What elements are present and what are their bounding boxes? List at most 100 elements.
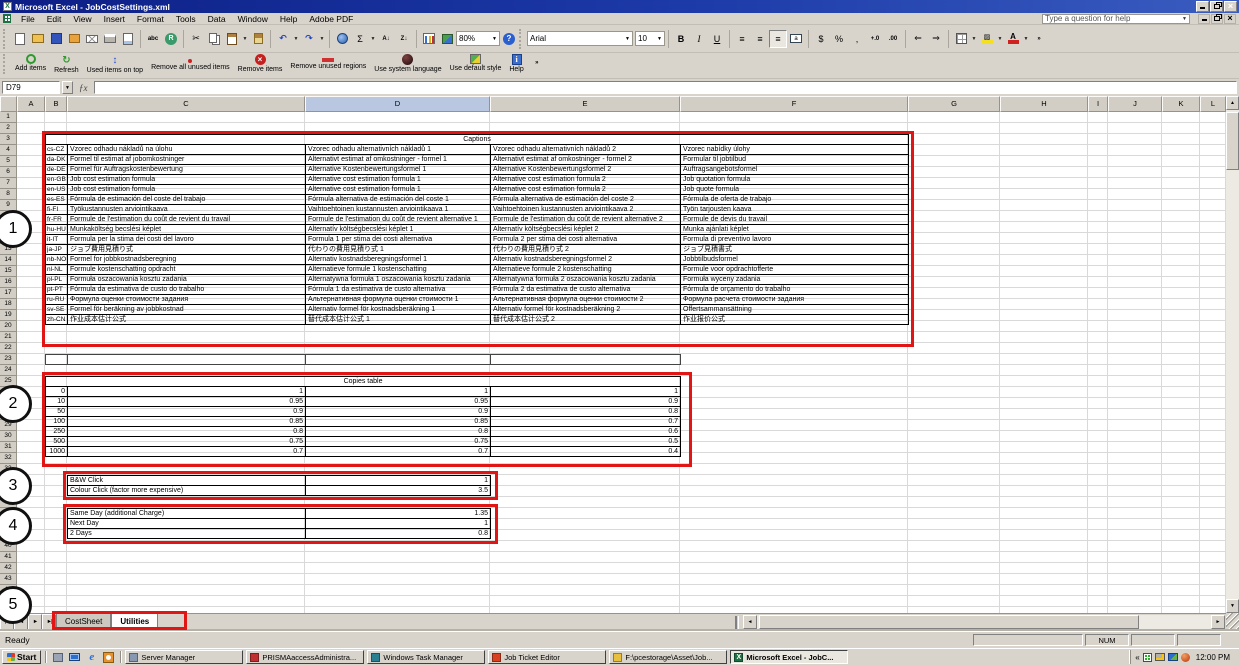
row-header-41[interactable]: 41	[0, 552, 17, 563]
menu-item[interactable]: Insert	[98, 13, 131, 25]
column-header-K[interactable]: K	[1162, 96, 1200, 112]
remove-unused-regions-button[interactable]: Remove unused regions	[286, 54, 370, 75]
column-header-I[interactable]: I	[1088, 96, 1108, 112]
borders-dropdown-icon[interactable]: ▼	[970, 30, 978, 48]
menu-item[interactable]: Data	[202, 13, 232, 25]
drawing-icon[interactable]	[438, 30, 456, 48]
column-header-J[interactable]: J	[1108, 96, 1162, 112]
font-name-select[interactable]: Arial▼	[527, 31, 633, 46]
align-left-icon[interactable]: ≡	[733, 30, 751, 48]
decrease-indent-icon[interactable]: ⇐	[909, 30, 927, 48]
vertical-scrollbar[interactable]: ▲ ▼	[1226, 96, 1239, 613]
font-size-select[interactable]: 10▼	[635, 31, 665, 46]
row-header-16[interactable]: 16	[0, 277, 17, 288]
horizontal-scroll-thumb[interactable]	[759, 615, 1139, 629]
row-header-2[interactable]: 2	[0, 123, 17, 134]
font-color-icon[interactable]: A	[1004, 30, 1022, 48]
underline-button[interactable]: U	[708, 30, 726, 48]
spelling-icon[interactable]: abc	[144, 30, 162, 48]
toolbar-grip[interactable]	[3, 29, 8, 49]
menu-item[interactable]: Help	[274, 13, 303, 25]
bold-button[interactable]: B	[672, 30, 690, 48]
increase-decimal-icon[interactable]: +.0	[866, 30, 884, 48]
select-all-corner[interactable]	[0, 96, 17, 112]
sort-descending-icon[interactable]: Z↓	[395, 30, 413, 48]
collapse-tray-icon[interactable]: «	[1135, 653, 1139, 662]
name-box[interactable]: D79	[2, 81, 60, 94]
hyperlink-icon[interactable]	[333, 30, 351, 48]
column-header-E[interactable]: E	[490, 96, 680, 112]
column-header-C[interactable]: C	[67, 96, 305, 112]
borders-icon[interactable]	[952, 30, 970, 48]
row-header-17[interactable]: 17	[0, 288, 17, 299]
toolbar-grip[interactable]	[519, 29, 524, 49]
align-right-icon[interactable]: ≡	[769, 30, 787, 48]
column-header-H[interactable]: H	[1000, 96, 1088, 112]
row-header-4[interactable]: 4	[0, 145, 17, 156]
taskbar-button[interactable]: F:\pcestorage\Asset\Job...	[609, 650, 727, 664]
help-icon[interactable]: ?	[500, 30, 518, 48]
tray-alert-icon[interactable]	[1181, 653, 1190, 662]
chevron-down-icon[interactable]: ▼	[1182, 16, 1187, 22]
toolbar-options-icon[interactable]: »	[1030, 30, 1048, 48]
currency-icon[interactable]: $	[812, 30, 830, 48]
sort-ascending-icon[interactable]: A↓	[377, 30, 395, 48]
row-header-23[interactable]: 23	[0, 354, 17, 365]
toolbar-grip[interactable]	[3, 54, 8, 74]
refresh-button[interactable]: ↻ Refresh	[50, 54, 83, 75]
taskbar-button[interactable]: PRISMAaccessAdministra...	[246, 650, 364, 664]
percent-icon[interactable]: %	[830, 30, 848, 48]
question-help-input[interactable]: Type a question for help ▼	[1042, 14, 1190, 24]
scroll-left-icon[interactable]: ◄	[743, 615, 757, 629]
horizontal-scrollbar[interactable]: ◄ ►	[743, 615, 1225, 629]
row-header-32[interactable]: 32	[0, 453, 17, 464]
font-color-dropdown-icon[interactable]: ▼	[1022, 30, 1030, 48]
row-header-43[interactable]: 43	[0, 574, 17, 585]
column-header-F[interactable]: F	[680, 96, 908, 112]
row-header-18[interactable]: 18	[0, 299, 17, 310]
menu-item[interactable]: Tools	[170, 13, 202, 25]
formula-input[interactable]	[94, 81, 1238, 94]
row-header-6[interactable]: 6	[0, 167, 17, 178]
tab-split-handle[interactable]	[735, 616, 739, 629]
format-painter-icon[interactable]	[249, 30, 267, 48]
paste-dropdown-icon[interactable]: ▼	[241, 30, 249, 48]
name-box-dropdown-icon[interactable]: ▼	[62, 81, 73, 94]
menu-item[interactable]: Adobe PDF	[303, 13, 359, 25]
taskbar-button[interactable]: X Microsoft Excel - JobC...	[730, 650, 848, 664]
increase-indent-icon[interactable]: ⇒	[927, 30, 945, 48]
resize-grip[interactable]	[1226, 613, 1239, 631]
show-desktop-icon[interactable]	[67, 651, 82, 664]
use-default-style-button[interactable]: Use default style	[446, 54, 506, 75]
tray-grid-icon[interactable]	[1143, 653, 1152, 662]
row-header-15[interactable]: 15	[0, 266, 17, 277]
merge-center-icon[interactable]: a	[787, 30, 805, 48]
add-items-button[interactable]: Add items	[11, 54, 50, 75]
fill-color-dropdown-icon[interactable]: ▼	[996, 30, 1004, 48]
row-header-21[interactable]: 21	[0, 332, 17, 343]
email-icon[interactable]	[83, 30, 101, 48]
tray-display-icon[interactable]	[1155, 653, 1165, 661]
redo-icon[interactable]: ↷	[300, 30, 318, 48]
menu-item[interactable]: File	[15, 13, 41, 25]
column-header-A[interactable]: A	[17, 96, 45, 112]
menu-item[interactable]: View	[67, 13, 97, 25]
copy-icon[interactable]	[205, 30, 223, 48]
row-header-22[interactable]: 22	[0, 343, 17, 354]
print-icon[interactable]	[101, 30, 119, 48]
row-header-14[interactable]: 14	[0, 255, 17, 266]
taskbar-button[interactable]: Windows Task Manager	[367, 650, 485, 664]
quicklaunch-server-icon[interactable]	[50, 651, 65, 664]
minimize-icon[interactable]	[1196, 1, 1209, 12]
row-header-7[interactable]: 7	[0, 178, 17, 189]
restore-icon[interactable]	[1210, 1, 1223, 12]
fill-color-icon[interactable]: ▨	[978, 30, 996, 48]
quicklaunch-app-icon[interactable]	[101, 651, 116, 664]
use-system-language-button[interactable]: Use system language	[370, 54, 445, 75]
close-icon[interactable]: ×	[1224, 1, 1237, 12]
tab-scroll-icon[interactable]: ►	[28, 614, 42, 630]
decrease-decimal-icon[interactable]: .00	[884, 30, 902, 48]
tray-network-icon[interactable]	[1168, 653, 1178, 661]
taskbar-button[interactable]: Server Manager	[125, 650, 243, 664]
row-header-8[interactable]: 8	[0, 189, 17, 200]
